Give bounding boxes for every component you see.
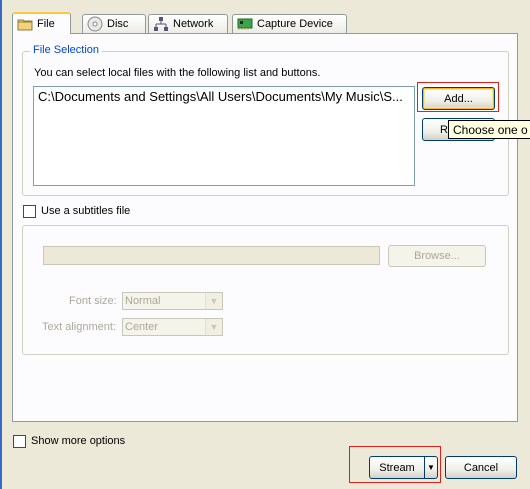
- tab-capture-device[interactable]: Capture Device: [232, 14, 347, 33]
- tab-network[interactable]: Network: [148, 14, 228, 33]
- subtitle-path-field[interactable]: [43, 246, 380, 265]
- subtitles-checkbox[interactable]: [23, 205, 36, 218]
- tab-disc[interactable]: Disc: [82, 14, 146, 33]
- add-highlight-box: [417, 82, 499, 112]
- tab-label: Network: [173, 18, 214, 30]
- file-selection-hint: You can select local files with the foll…: [34, 67, 321, 79]
- chevron-down-icon[interactable]: ▼: [205, 319, 222, 335]
- font-size-select[interactable]: Normal ▼: [122, 292, 223, 310]
- disc-icon: [87, 16, 103, 32]
- show-more-options-label[interactable]: Show more options: [31, 435, 125, 447]
- capture-card-icon: [237, 17, 253, 31]
- tab-file[interactable]: File: [12, 12, 71, 34]
- file-selection-title: File Selection: [30, 44, 103, 56]
- text-alignment-value: Center: [125, 321, 159, 333]
- window-left-edge: [0, 0, 2, 489]
- stream-highlight-box: [349, 446, 441, 483]
- file-list[interactable]: C:\Documents and Settings\All Users\Docu…: [33, 86, 415, 186]
- folder-icon: [17, 17, 33, 31]
- show-more-options-checkbox[interactable]: [13, 435, 26, 448]
- list-item[interactable]: C:\Documents and Settings\All Users\Docu…: [38, 89, 410, 104]
- browse-button[interactable]: Browse...: [388, 245, 486, 267]
- tab-label: File: [37, 18, 55, 30]
- text-alignment-select[interactable]: Center ▼: [122, 318, 223, 336]
- cancel-button[interactable]: Cancel: [445, 456, 517, 479]
- chevron-down-icon[interactable]: ▼: [205, 293, 222, 309]
- tab-label: Capture Device: [257, 18, 333, 30]
- font-size-label: Font size:: [69, 295, 117, 307]
- network-icon: [153, 16, 169, 32]
- tab-bar: File Disc Network Capture Device: [12, 12, 347, 34]
- text-alignment-label: Text alignment:: [42, 321, 116, 333]
- font-size-value: Normal: [125, 295, 161, 307]
- subtitles-checkbox-label[interactable]: Use a subtitles file: [41, 205, 130, 217]
- tab-label: Disc: [107, 18, 129, 30]
- add-tooltip: Choose one o: [448, 120, 530, 139]
